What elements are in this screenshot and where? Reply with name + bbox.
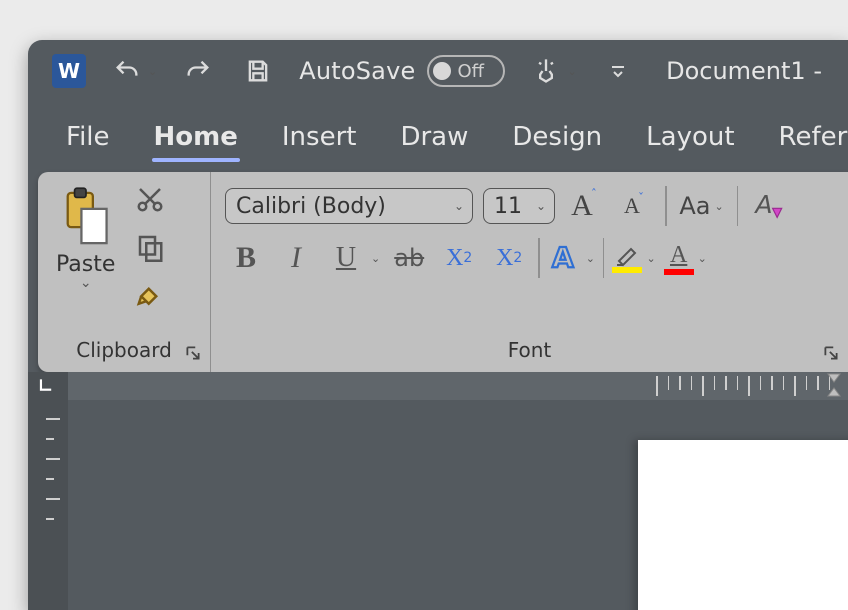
subscript-button[interactable]: X2 [438, 238, 480, 278]
font-row-2: B I U ⌄ ab X2 X2 A ⌄ [225, 238, 834, 278]
scissors-icon [135, 184, 165, 214]
chevron-down-icon: ⌄ [454, 199, 464, 213]
svg-text:A: A [753, 190, 772, 219]
paste-split-button[interactable]: Paste ⌄ [52, 180, 119, 287]
customize-qat-icon [610, 63, 626, 79]
document-title: Document1 - [666, 57, 822, 85]
chevron-down-icon: ⌄ [698, 252, 707, 265]
font-name-selector[interactable]: Calibri (Body) ⌄ [225, 188, 473, 224]
highlight-icon [612, 243, 642, 273]
font-color-button[interactable]: A ⌄ [664, 242, 707, 275]
tab-references[interactable]: References [777, 108, 848, 166]
underline-icon: U [325, 238, 367, 278]
copy-button[interactable] [135, 232, 165, 266]
underline-split-button[interactable]: U ⌄ [325, 238, 380, 278]
autosave-toggle[interactable]: Off [427, 55, 505, 87]
bold-button[interactable]: B [225, 238, 267, 278]
superscript-button[interactable]: X2 [488, 238, 530, 278]
tab-home[interactable]: Home [152, 108, 240, 166]
tab-design[interactable]: Design [510, 108, 604, 166]
change-case-icon: Aa [679, 192, 710, 220]
app-window: W ⌄ AutoSave Off ⌄ [28, 40, 848, 610]
ribbon: Paste ⌄ Clipboard [38, 172, 848, 372]
touch-mode-icon [527, 52, 565, 90]
chevron-down-icon: ⌄ [586, 252, 595, 265]
clear-formatting-button[interactable]: A [748, 186, 788, 226]
title-bar: W ⌄ AutoSave Off ⌄ [28, 40, 848, 102]
undo-icon[interactable] [108, 52, 146, 90]
change-case-button[interactable]: Aa ⌄ [677, 186, 727, 226]
separator [665, 186, 667, 226]
font-name-value: Calibri (Body) [236, 194, 386, 219]
paste-icon [58, 186, 114, 250]
ruler-ticks [656, 376, 848, 396]
separator [737, 186, 739, 226]
text-effects-button[interactable]: A ⌄ [548, 241, 595, 275]
autosave-state: Off [457, 61, 484, 82]
autosave-label: AutoSave [299, 57, 415, 85]
tab-layout[interactable]: Layout [644, 108, 736, 166]
font-group-label: Font [225, 334, 834, 368]
font-color-icon: A [664, 242, 694, 275]
paste-label: Paste [56, 252, 115, 277]
customize-qat-button[interactable] [599, 52, 637, 90]
word-app-icon[interactable]: W [52, 54, 86, 88]
redo-button[interactable] [179, 52, 217, 90]
clipboard-side-buttons [135, 180, 165, 314]
touch-mode-dropdown-icon[interactable]: ⌄ [567, 65, 576, 78]
dialog-launcher-icon [822, 344, 840, 362]
tab-file[interactable]: File [64, 108, 112, 166]
group-font: Calibri (Body) ⌄ 11 ⌄ Aˆ Aˇ A [210, 172, 848, 372]
vertical-ruler[interactable] [28, 400, 68, 610]
font-row-1: Calibri (Body) ⌄ 11 ⌄ Aˆ Aˇ A [225, 186, 834, 226]
chevron-down-icon: ⌄ [371, 252, 380, 265]
chevron-down-icon: ⌄ [646, 252, 655, 265]
strikethrough-button[interactable]: ab [388, 238, 430, 278]
undo-split-button[interactable]: ⌄ [108, 52, 157, 90]
document-area [28, 400, 848, 610]
clipboard-body: Paste ⌄ [52, 180, 196, 334]
undo-dropdown-icon[interactable]: ⌄ [148, 65, 157, 78]
ribbon-tabs: File Home Insert Draw Design Layout Refe… [28, 102, 848, 166]
italic-button[interactable]: I [275, 238, 317, 278]
clipboard-group-label: Clipboard [52, 334, 196, 368]
word-app-icon-letter: W [58, 59, 80, 83]
group-clipboard: Paste ⌄ Clipboard [38, 172, 210, 372]
chevron-down-icon: ⌄ [536, 199, 546, 213]
document-page[interactable] [638, 440, 848, 610]
font-dialog-launcher[interactable] [822, 344, 840, 362]
paintbrush-icon [135, 280, 165, 310]
separator [538, 238, 540, 278]
separator [603, 238, 605, 278]
dialog-launcher-icon [184, 344, 202, 362]
paste-dropdown-icon[interactable]: ⌄ [80, 279, 92, 287]
format-painter-button[interactable] [135, 280, 165, 314]
save-button[interactable] [239, 52, 277, 90]
toggle-knob [433, 62, 451, 80]
horizontal-ruler[interactable]: ∟ [28, 372, 848, 400]
save-icon [244, 57, 272, 85]
grow-font-icon: A [571, 189, 593, 223]
text-effects-icon: A [548, 241, 582, 275]
shrink-font-button[interactable]: Aˇ [615, 186, 655, 226]
tab-stop-selector-icon[interactable]: ∟ [38, 376, 53, 397]
copy-icon [135, 232, 165, 262]
font-size-selector[interactable]: 11 ⌄ [483, 188, 555, 224]
touch-mode-split-button[interactable]: ⌄ [527, 52, 576, 90]
autosave-control: AutoSave Off [299, 55, 505, 87]
clear-formatting-icon: A [752, 190, 784, 222]
clipboard-dialog-launcher[interactable] [184, 344, 202, 362]
highlight-color-button[interactable]: ⌄ [612, 243, 655, 273]
tab-insert[interactable]: Insert [280, 108, 359, 166]
grow-font-button[interactable]: Aˆ [565, 186, 605, 226]
indent-marker-icon[interactable] [824, 372, 844, 402]
cut-button[interactable] [135, 184, 165, 218]
svg-text:A: A [552, 241, 574, 274]
tab-draw[interactable]: Draw [398, 108, 470, 166]
redo-icon [184, 57, 212, 85]
chevron-down-icon: ⌄ [714, 200, 723, 213]
font-size-value: 11 [494, 194, 522, 219]
